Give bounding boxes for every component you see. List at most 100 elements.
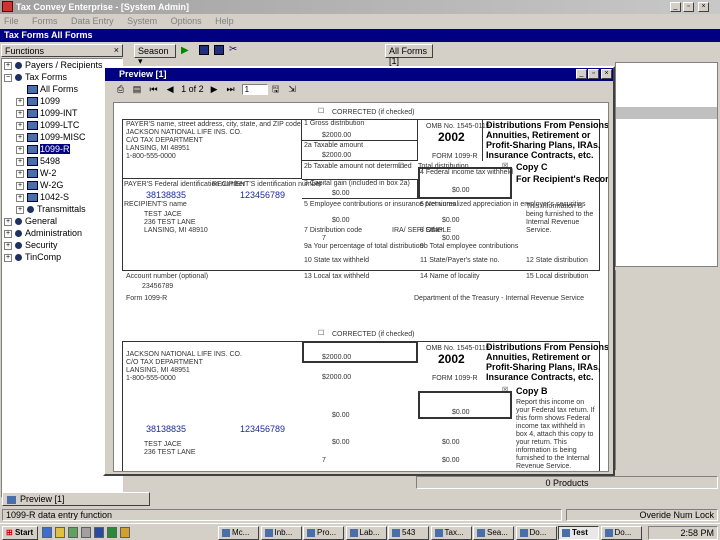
tools-icon[interactable]: ✂ [229,44,237,55]
taskbar-button[interactable]: Lab... [345,526,387,540]
app-icon [519,528,528,537]
preview-maximize-button[interactable]: ▫ [588,69,599,79]
export-icon[interactable]: 🖫 [270,84,281,95]
taskbar-button[interactable]: Sea... [473,526,514,540]
word-icon[interactable] [94,527,104,538]
taskbar-button[interactable]: Tax... [430,526,472,540]
taskbar-button-label: Lab... [359,528,380,537]
expand-icon[interactable]: + [16,109,24,118]
expand-icon[interactable]: + [16,157,24,166]
tree-item[interactable]: + Transmittals [16,204,86,216]
expand-icon[interactable]: + [16,145,24,154]
expand-icon[interactable]: + [4,253,12,262]
payer-b-line-2: C/O TAX DEPARTMENT [126,359,203,366]
last-page-icon[interactable]: ⏭ [225,84,236,95]
form-icon [27,157,38,167]
expand-icon[interactable]: + [4,217,12,226]
menu-file[interactable]: File [4,16,19,26]
tree-item[interactable]: + Security [4,240,58,252]
functions-close-icon[interactable]: × [114,45,119,55]
copy-c-note: This information is being furnished to t… [526,203,594,234]
taskbar-button[interactable]: Pro... [303,526,344,540]
tree-item[interactable]: +1099-LTC [16,120,79,132]
expand-icon[interactable]: + [16,169,24,178]
first-page-icon[interactable]: ⏮ [148,84,159,95]
expand-icon[interactable]: + [16,181,24,190]
menu-options[interactable]: Options [171,16,202,26]
expand-icon[interactable]: + [16,133,24,142]
maximize-button[interactable]: ▫ [683,2,694,12]
copy-b-note: Report this income on your Federal tax r… [516,399,595,470]
save-icon[interactable] [199,45,209,55]
corrected-checkbox-b[interactable]: ☐ [318,330,324,338]
prev-page-icon[interactable]: ◀ [165,84,176,95]
folder-icon [15,230,22,238]
expand-icon[interactable]: + [4,229,12,238]
tab-preview[interactable]: Preview [1] [2,492,150,506]
expand-icon[interactable]: + [16,193,24,202]
close-preview-icon[interactable]: ⇲ [287,84,298,95]
tree-item[interactable]: +1099-R [16,144,70,156]
box7-b-value: 7 [322,457,326,464]
tree-item[interactable]: − Tax Forms [4,72,67,84]
tree-item[interactable]: +1099-MISC [16,132,86,144]
save-all-icon[interactable] [214,45,224,55]
document-title: Tax Forms All Forms [4,30,93,40]
explorer-icon[interactable] [120,527,130,538]
tree-item[interactable]: +1099-INT [16,108,78,120]
expand-icon[interactable]: + [4,241,12,250]
excel-icon[interactable] [107,527,117,538]
desktop-icon[interactable] [68,527,78,538]
page-number-input[interactable]: 1 [241,84,268,95]
menu-system[interactable]: System [127,16,157,26]
box2b-checkbox[interactable]: ☐ [398,163,404,171]
tree-item[interactable]: + General [4,216,57,228]
taskbar-button[interactable]: Inb... [260,526,302,540]
play-icon[interactable]: ▶ [181,45,189,56]
app-icon [604,528,613,537]
tree-item-label: Payers / Recipients [25,60,103,70]
tree-item-label: 1099-INT [40,108,78,118]
taskbar-button[interactable]: Do... [515,526,557,540]
tree-item[interactable]: + W-2G [16,180,63,192]
collapse-icon[interactable]: − [4,73,12,82]
ie-icon[interactable] [42,527,52,538]
outlook-icon[interactable] [55,527,65,538]
menu-help[interactable]: Help [215,16,234,26]
taskbar-button[interactable]: Test [558,526,599,540]
menu-data-entry[interactable]: Data Entry [71,16,114,26]
tree-item[interactable]: +5498 [16,156,60,168]
preview-minimize-button[interactable]: _ [576,69,587,79]
tree-item[interactable]: + Payers / Recipients [4,60,103,72]
expand-icon[interactable]: + [16,205,24,214]
season-dropdown[interactable]: Season ▾ [134,44,176,66]
minimize-button[interactable]: _ [670,2,681,12]
document-titlebar: Tax Forms All Forms [0,29,720,42]
print-icon[interactable]: ⎙ [115,84,126,95]
app-icon [392,528,400,537]
form-icon [27,169,38,179]
taskbar-button[interactable]: Mc... [218,526,259,540]
media-icon[interactable] [81,527,91,538]
expand-icon[interactable]: + [4,61,12,70]
tree-item[interactable]: + TinComp [4,252,61,264]
tree-item[interactable]: +1099 [16,96,60,108]
taskbar-button-label: Do... [614,528,632,537]
taskbar-button[interactable]: Do... [600,526,642,540]
tree-item[interactable]: +1042-S [16,192,69,204]
corrected-checkbox[interactable]: ☐ [318,108,324,116]
expand-icon[interactable]: + [16,97,24,106]
preview-close-button[interactable]: × [601,69,612,79]
taskbar-button[interactable]: 543 [388,526,429,540]
tree-item[interactable]: + W-2 [16,168,56,180]
tree-item[interactable]: All Forms [16,84,78,96]
print-setup-icon[interactable]: ▤ [132,84,143,95]
copy-label: Copy C [516,162,548,172]
expand-icon[interactable]: + [16,121,24,130]
close-button[interactable]: × [698,2,709,12]
tab-all-forms[interactable]: All Forms [1] [385,44,433,66]
tree-item[interactable]: + Administration [4,228,82,240]
start-button[interactable]: ⊞ Start [2,526,38,540]
menu-forms[interactable]: Forms [32,16,58,26]
next-page-icon[interactable]: ▶ [209,84,220,95]
